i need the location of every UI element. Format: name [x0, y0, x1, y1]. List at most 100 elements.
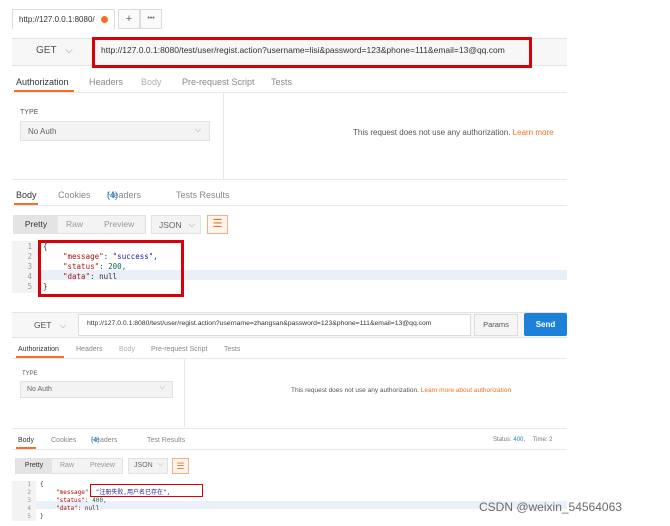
line-number: 2: [27, 252, 32, 261]
response2-view-mode-group: Pretty Raw Preview: [15, 458, 123, 474]
learn-more-link[interactable]: Learn more about authorization: [421, 387, 511, 394]
response1-tab-cookies[interactable]: Cookies: [58, 190, 91, 200]
auth-message-text: This request does not use any authorizat…: [291, 387, 419, 394]
send-button[interactable]: Send: [524, 313, 567, 336]
response1-format-select[interactable]: JSON ⌵: [151, 215, 201, 234]
method-label: GET: [34, 320, 52, 330]
params-button[interactable]: Params: [474, 314, 518, 336]
request2-url-input[interactable]: http://127.0.0.1:8080/test/user/regist.a…: [78, 314, 471, 336]
time-label: Time: 2: [532, 437, 553, 443]
json-key: "status": [56, 497, 85, 504]
request1-auth-type-select[interactable]: No Auth ⌵: [20, 121, 210, 141]
line-number: 5: [27, 282, 32, 291]
line-number: 5: [27, 513, 31, 520]
learn-more-link[interactable]: Learn more: [513, 128, 554, 137]
view-mode-pretty[interactable]: Pretty: [16, 459, 52, 473]
request2-method-select[interactable]: GET ⌵: [34, 320, 66, 331]
headers-count: (4): [107, 190, 118, 200]
request1-auth-message: This request does not use any authorizat…: [353, 128, 554, 137]
line-number: 3: [27, 497, 31, 504]
line-number: 2: [27, 489, 31, 496]
format-label: JSON: [159, 220, 182, 230]
response1-view-mode-group: Pretty Raw Preview: [13, 215, 146, 234]
divider: [12, 205, 567, 206]
code-line: "data": null: [56, 505, 100, 512]
highlight-box-response1: [38, 240, 184, 297]
request2-tab-tests[interactable]: Tests: [224, 346, 240, 353]
json-value: 400,: [92, 497, 107, 504]
auth-message-text: This request does not use any authorizat…: [353, 128, 511, 137]
response2-tab-body[interactable]: Body: [18, 437, 34, 444]
request1-tab-headers[interactable]: Headers: [89, 77, 123, 87]
divider: [12, 428, 567, 429]
response2-format-select[interactable]: JSON ⌵: [128, 458, 168, 474]
request2-tab-body[interactable]: Body: [119, 346, 135, 353]
request2-tab-headers[interactable]: Headers: [76, 346, 102, 353]
auth-type-label: TYPE: [22, 371, 38, 377]
chevron-down-icon: ⌵: [159, 384, 165, 391]
status-label: Status:: [493, 437, 512, 443]
request2-auth-type-select[interactable]: No Auth ⌵: [20, 381, 173, 398]
view-mode-preview[interactable]: Preview: [90, 459, 115, 473]
watermark: CSDN @weixin_54564063: [479, 500, 622, 514]
response1-tab-body[interactable]: Body: [16, 190, 37, 200]
request1-tab-prerequest[interactable]: Pre-request Script: [182, 77, 255, 87]
more-icon: •••: [147, 15, 155, 22]
view-mode-raw[interactable]: Raw: [60, 459, 74, 473]
wrap-lines-icon: ☰: [176, 461, 185, 471]
request1-tab-body[interactable]: Body: [141, 77, 162, 87]
browser-tab[interactable]: http://127.0.0.1:8080/: [12, 9, 115, 29]
response2-tab-cookies[interactable]: Cookies: [51, 437, 76, 444]
highlight-box-url1: [92, 37, 532, 68]
request1-tab-authorization[interactable]: Authorization: [16, 77, 69, 87]
line-number: 4: [27, 272, 32, 281]
divider: [12, 92, 567, 93]
json-value: null: [84, 505, 100, 512]
line-number: 3: [27, 262, 32, 271]
status-value: 400,: [513, 437, 526, 443]
response2-status-info: Status: 400, Time: 2: [493, 437, 553, 443]
request1-method-select[interactable]: GET ⌵: [36, 45, 73, 56]
line-number: 1: [27, 242, 32, 251]
json-key: "data": [56, 505, 78, 512]
chevron-down-icon: ⌵: [65, 45, 73, 56]
json-key: "message": [56, 489, 89, 496]
chevron-down-icon: ⌵: [188, 219, 195, 229]
divider: [223, 93, 224, 179]
auth-type-value: No Auth: [27, 386, 52, 393]
request2-tab-authorization[interactable]: Authorization: [18, 346, 59, 353]
chevron-down-icon: ⌵: [157, 461, 163, 468]
browser-tab-url: http://127.0.0.1:8080/: [19, 15, 95, 24]
line-numbers: 1 2 3 4 5: [14, 242, 32, 292]
auth-type-label: TYPE: [20, 109, 39, 116]
view-mode-raw[interactable]: Raw: [66, 216, 83, 233]
unsaved-dot-icon: [101, 16, 108, 23]
divider: [12, 179, 567, 180]
highlight-box-response2: [90, 484, 203, 497]
code-line: "status": 400,: [56, 497, 107, 504]
line-number: 1: [27, 481, 31, 488]
divider: [184, 359, 185, 427]
view-mode-pretty[interactable]: Pretty: [14, 216, 58, 233]
wrap-lines-icon: ☰: [212, 218, 223, 230]
wrap-lines-button[interactable]: ☰: [172, 458, 189, 474]
line-numbers: 1 2 3 4 5: [14, 481, 31, 521]
chevron-down-icon: ⌵: [194, 125, 201, 134]
method-label: GET: [36, 45, 57, 56]
request1-tab-tests[interactable]: Tests: [271, 77, 292, 87]
plus-icon: +: [125, 13, 133, 25]
request2-tab-prerequest[interactable]: Pre-request Script: [151, 346, 207, 353]
line-number: 4: [27, 505, 31, 512]
divider: [12, 449, 567, 450]
wrap-lines-button[interactable]: ☰: [207, 215, 228, 234]
request2-auth-message: This request does not use any authorizat…: [291, 387, 511, 394]
auth-type-value: No Auth: [28, 127, 57, 136]
new-tab-button[interactable]: +: [118, 9, 140, 29]
more-tabs-button[interactable]: •••: [140, 9, 162, 29]
format-label: JSON: [134, 462, 153, 469]
response1-tab-test-results[interactable]: Tests Results: [176, 190, 230, 200]
headers-count: (4): [91, 437, 100, 444]
chevron-down-icon: ⌵: [59, 320, 67, 330]
response2-tab-test-results[interactable]: Test Results: [147, 437, 185, 444]
view-mode-preview[interactable]: Preview: [104, 216, 134, 233]
